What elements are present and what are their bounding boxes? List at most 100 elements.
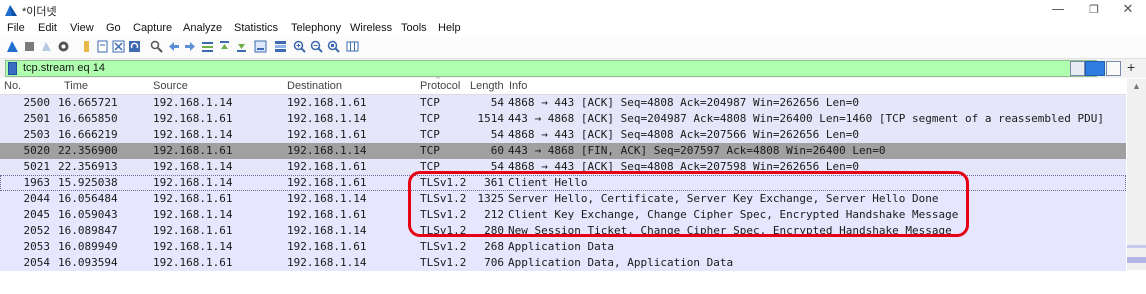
packet-source: 192.168.1.14	[153, 96, 233, 109]
packet-list-header: No. Time Source Destination Protocol ^ L…	[0, 75, 1126, 95]
main-toolbar	[0, 37, 1146, 59]
column-header-length[interactable]: Length	[470, 80, 504, 92]
packet-no: 5021	[23, 160, 51, 173]
packet-time: 16.093594	[58, 256, 118, 269]
save-file-icon[interactable]	[96, 40, 109, 53]
find-packet-icon[interactable]	[150, 40, 163, 53]
packet-list-scrollbar[interactable]: ▲	[1127, 79, 1146, 270]
go-back-icon[interactable]	[167, 40, 180, 53]
menu-view[interactable]: View	[70, 22, 94, 34]
packet-row[interactable]: 2053 16.089949 192.168.1.14 192.168.1.61 TLS…	[0, 239, 1126, 255]
menu-telephony[interactable]: Telephony	[291, 22, 341, 34]
apply-filter-icon[interactable]	[1085, 61, 1105, 76]
colorize-icon[interactable]	[274, 40, 287, 53]
packet-row[interactable]: 2054 16.093594 192.168.1.61 192.168.1.14 TLS…	[0, 255, 1126, 271]
start-capture-icon[interactable]	[6, 40, 19, 53]
maximize-button[interactable]: ❐	[1076, 0, 1112, 20]
menu-statistics[interactable]: Statistics	[234, 22, 278, 34]
packet-no: 5020	[23, 144, 51, 157]
packet-length: 706	[484, 256, 504, 269]
go-last-icon[interactable]	[235, 40, 248, 53]
close-file-icon[interactable]	[112, 40, 125, 53]
menu-capture[interactable]: Capture	[133, 22, 172, 34]
go-to-packet-icon[interactable]	[201, 40, 214, 53]
menu-help[interactable]: Help	[438, 22, 461, 34]
zoom-out-icon[interactable]	[310, 40, 323, 53]
menu-tools[interactable]: Tools	[401, 22, 427, 34]
packet-no: 1963	[23, 176, 51, 189]
window-title: *이더넷	[22, 6, 57, 18]
clear-filter-icon[interactable]	[1070, 61, 1085, 76]
packet-length: 54	[490, 96, 504, 109]
scroll-up-icon[interactable]: ▲	[1132, 81, 1141, 91]
packet-destination: 192.168.1.61	[287, 176, 367, 189]
packet-info: 4868 → 443 [ACK] Seq=4808 Ack=207566 Win…	[508, 128, 859, 141]
packet-destination: 192.168.1.61	[287, 160, 367, 173]
packet-no: 2044	[23, 192, 51, 205]
title-bar: *이더넷 — ❐ ✕	[0, 0, 1146, 20]
menu-analyze[interactable]: Analyze	[183, 22, 222, 34]
zoom-in-icon[interactable]	[293, 40, 306, 53]
column-header-time[interactable]: Time	[64, 80, 88, 92]
packet-source: 192.168.1.14	[153, 240, 233, 253]
go-first-icon[interactable]	[218, 40, 231, 53]
menu-edit[interactable]: Edit	[38, 22, 57, 34]
menu-go[interactable]: Go	[106, 22, 121, 34]
column-header-info[interactable]: Info	[509, 80, 527, 92]
add-filter-button[interactable]: +	[1127, 59, 1135, 75]
autoscroll-icon[interactable]	[254, 40, 267, 53]
column-header-protocol[interactable]: Protocol	[420, 80, 460, 92]
packet-row[interactable]: 2500 16.665721 192.168.1.14 192.168.1.61 TCP…	[0, 95, 1126, 111]
packet-source: 192.168.1.14	[153, 128, 233, 141]
column-header-no[interactable]: No.	[4, 80, 21, 92]
column-header-source[interactable]: Source	[153, 80, 188, 92]
go-forward-icon[interactable]	[184, 40, 197, 53]
filter-bookmark-icon[interactable]	[8, 62, 17, 75]
restart-capture-icon[interactable]	[40, 40, 53, 53]
packet-destination: 192.168.1.61	[287, 208, 367, 221]
display-filter-bar: tcp.stream eq 14 +	[0, 59, 1146, 78]
packet-no: 2054	[23, 256, 51, 269]
packet-destination: 192.168.1.61	[287, 96, 367, 109]
tls-handshake-annotation	[408, 171, 969, 237]
column-header-destination[interactable]: Destination	[287, 80, 342, 92]
packet-source: 192.168.1.14	[153, 208, 233, 221]
minimize-button[interactable]: —	[1040, 0, 1076, 20]
packet-length: 1514	[477, 112, 505, 125]
normal-size-icon[interactable]	[327, 40, 340, 53]
reload-icon[interactable]	[128, 40, 141, 53]
packet-protocol: TLSv1.2	[420, 240, 467, 253]
packet-row-selected[interactable]: 5020 22.356900 192.168.1.61 192.168.1.14 TCP…	[0, 143, 1126, 159]
packet-no: 2500	[23, 96, 51, 109]
packet-protocol: TCP	[420, 144, 440, 157]
packet-row[interactable]: 2503 16.666219 192.168.1.14 192.168.1.61 TCP…	[0, 127, 1126, 143]
wireshark-fin-icon	[5, 5, 17, 16]
packet-time: 15.925038	[58, 176, 118, 189]
packet-destination: 192.168.1.14	[287, 256, 367, 269]
packet-time: 16.665850	[58, 112, 118, 125]
display-filter-input[interactable]: tcp.stream eq 14	[5, 60, 1097, 77]
resize-columns-icon[interactable]	[346, 40, 359, 53]
open-file-icon[interactable]	[80, 40, 93, 53]
filter-history-dropdown-icon[interactable]	[1106, 61, 1121, 76]
packet-length: 54	[490, 128, 504, 141]
packet-row[interactable]: 2501 16.665850 192.168.1.61 192.168.1.14 TCP…	[0, 111, 1126, 127]
packet-destination: 192.168.1.61	[287, 240, 367, 253]
packet-time: 16.056484	[58, 192, 118, 205]
packet-destination: 192.168.1.14	[287, 144, 367, 157]
menu-wireless[interactable]: Wireless	[350, 22, 392, 34]
stop-capture-icon[interactable]	[23, 40, 36, 53]
close-button[interactable]: ✕	[1110, 0, 1146, 20]
packet-info: 4868 → 443 [ACK] Seq=4808 Ack=204987 Win…	[508, 96, 859, 109]
packet-source: 192.168.1.61	[153, 144, 233, 157]
packet-source: 192.168.1.61	[153, 192, 233, 205]
display-filter-text[interactable]: tcp.stream eq 14	[23, 62, 105, 74]
packet-destination: 192.168.1.14	[287, 224, 367, 237]
packet-source: 192.168.1.61	[153, 256, 233, 269]
menu-bar: File Edit View Go Capture Analyze Statis…	[0, 20, 1146, 37]
menu-file[interactable]: File	[7, 22, 25, 34]
packet-destination: 192.168.1.14	[287, 192, 367, 205]
capture-options-icon[interactable]	[57, 40, 70, 53]
packet-info: Application Data	[508, 240, 614, 253]
packet-no: 2053	[23, 240, 51, 253]
